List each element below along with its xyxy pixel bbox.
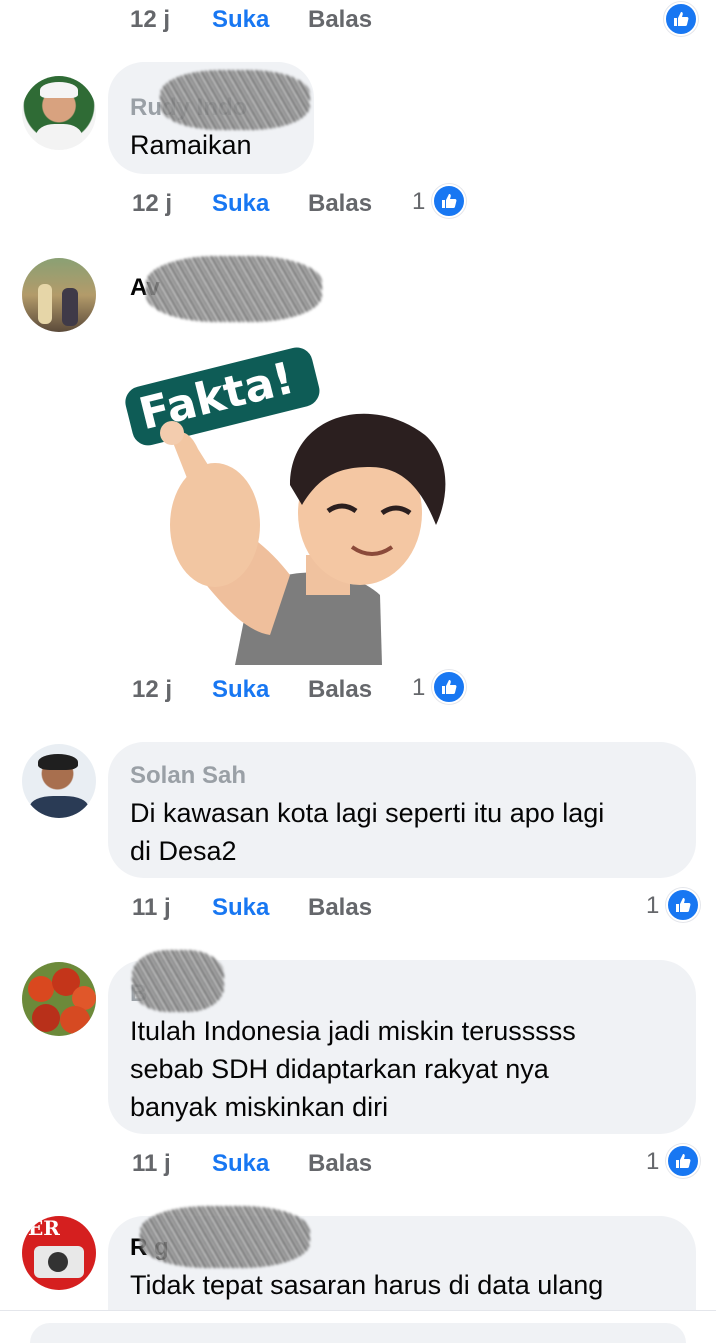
reply-button[interactable]: Balas [308,894,372,922]
reaction-count[interactable]: 1 [412,188,425,216]
group-photo-avatar[interactable] [22,258,96,332]
redaction-scribble [140,1206,310,1268]
fakta-sticker[interactable]: Fakta! [120,335,450,665]
comment-text: Tidak tepat sasaran harus di data ulang [130,1270,604,1300]
man-pointing-avatar[interactable] [22,744,96,818]
commenter-name[interactable]: Solan Sah [130,762,246,790]
camera-red-avatar[interactable]: ER [22,1216,96,1290]
comment-time: 12 j [130,6,171,33]
like-reaction-icon[interactable] [432,184,466,218]
like-button[interactable]: Suka [212,190,269,218]
comment-text-line: Itulah Indonesia jadi miskin terusssss [130,1016,576,1046]
comment-text-line: banyak miskinkan diri [130,1092,389,1122]
reaction-count[interactable]: 1 [646,892,659,920]
like-button[interactable]: Suka [212,676,269,704]
redaction-scribble [132,950,224,1012]
comment-text-line: Di kawasan kota lagi seperti itu apo lag… [130,798,605,828]
like-reaction-icon[interactable] [432,670,466,704]
comment-input-field[interactable] [30,1323,686,1343]
reply-button[interactable]: Balas [308,1150,372,1178]
like-reaction-icon[interactable] [666,888,700,922]
comment-time: 11 j [132,1150,171,1177]
comment-time: 11 j [132,894,171,921]
like-reaction-icon[interactable] [664,2,698,36]
reply-button[interactable]: Balas [308,676,372,704]
tomatoes-avatar[interactable] [22,962,96,1036]
like-button[interactable]: Suka [212,894,269,922]
comment-time: 12 j [132,190,173,217]
comment-text: Ramaikan [130,130,252,160]
comment-text-line: sebab SDH didaptarkan rakyat nya [130,1054,549,1084]
reaction-count[interactable]: 1 [412,674,425,702]
reply-button[interactable]: Balas [308,190,372,218]
reaction-count[interactable]: 1 [646,1148,659,1176]
avatar-text: ER [28,1216,60,1240]
redaction-scribble [146,256,322,322]
comment-composer-bar [0,1310,716,1343]
man-white-cap-avatar[interactable] [22,76,96,150]
reply-button[interactable]: Balas [308,6,372,34]
like-button[interactable]: Suka [212,1150,269,1178]
like-button[interactable]: Suka [212,6,269,34]
comment-time: 12 j [132,676,173,703]
redaction-scribble [160,70,310,130]
comment-text-line: di Desa2 [130,836,237,866]
like-reaction-icon[interactable] [666,1144,700,1178]
